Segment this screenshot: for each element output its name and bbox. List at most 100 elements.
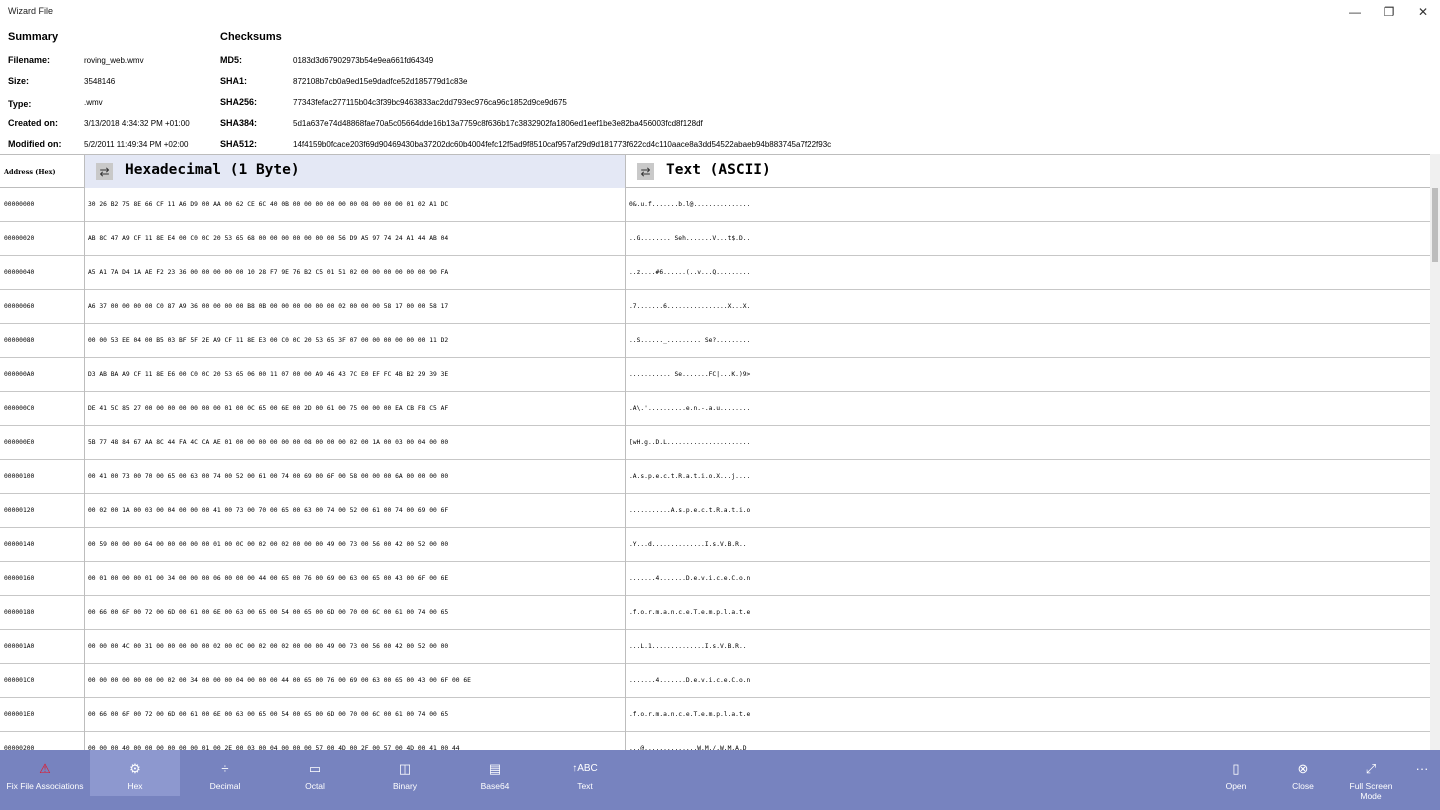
hex-column-header[interactable]: ⇄ Hexadecimal (1 Byte) (85, 155, 626, 188)
maximize-icon[interactable]: ❐ (1372, 0, 1406, 24)
hex-grid[interactable]: Address (Hex) ⇄ Hexadecimal (1 Byte) ⇄ T… (0, 154, 1430, 750)
fix-file-associations-label: Fix File Associations (6, 781, 84, 791)
row-text: .A.s.p.e.c.t.R.a.t.i.o.X...j.... (629, 473, 751, 480)
row-hex: 00 00 00 00 00 00 00 02 00 34 00 00 00 0… (85, 664, 626, 698)
text-column-header[interactable]: ⇄ Text (ASCII) (626, 155, 1430, 188)
full-screen-label: Full Screen Mode (1349, 781, 1393, 801)
hex-column-title: Hexadecimal (1 Byte) (125, 162, 300, 178)
close-button[interactable]: ⊗ Close (1270, 750, 1336, 796)
table-row[interactable]: 000000C0 DE 41 5C 85 27 00 00 00 00 00 00… (0, 392, 1430, 426)
checksums-heading: Checksums (220, 31, 282, 43)
file-info-panel: Summary Filename: roving_web.wmv Size: 3… (0, 24, 1440, 154)
row-address: 00000080 (0, 324, 85, 358)
row-text: .f.o.r.m.a.n.c.e.T.e.m.p.l.a.t.e (629, 609, 751, 616)
row-address: 00000020 (0, 222, 85, 256)
filename-label: Filename: (8, 55, 51, 65)
table-row[interactable]: 00000100 00 41 00 73 00 70 00 65 00 63 00… (0, 460, 1430, 494)
open-label: Open (1225, 781, 1247, 791)
table-row[interactable]: 000000E0 5B 77 48 84 67 AA 8C 44 FA 4C CA… (0, 426, 1430, 460)
row-hex: 00 00 00 40 00 00 00 00 00 00 01 00 2E 0… (85, 732, 626, 750)
binary-mode-label: Binary (392, 781, 418, 791)
minimize-icon[interactable]: — (1338, 0, 1372, 24)
row-address: 000001A0 (0, 630, 85, 664)
row-text: ...@..............W.M./.W.M.A.D (629, 745, 747, 750)
table-row[interactable]: 000001A0 00 00 00 4C 00 31 00 00 00 00 00… (0, 630, 1430, 664)
row-hex: AB 8C 47 A9 CF 11 8E E4 00 C0 0C 20 53 6… (85, 222, 626, 256)
row-address: 000000C0 (0, 392, 85, 426)
table-row[interactable]: 00000160 00 01 00 00 00 01 00 34 00 00 00… (0, 562, 1430, 596)
octal-mode-button[interactable]: ▭ Octal (270, 750, 360, 796)
row-text: .f.o.r.m.a.n.c.e.T.e.m.p.l.a.t.e (629, 711, 751, 718)
row-text: ........... Se.......FC|...K.)9> (629, 371, 751, 378)
warning-icon: ⚠ (39, 761, 51, 776)
row-text: .......4.......D.e.v.i.c.e.C.o.n (629, 677, 751, 684)
grid-header: Address (Hex) ⇄ Hexadecimal (1 Byte) ⇄ T… (0, 155, 1430, 188)
base64-icon: ▤ (488, 761, 502, 776)
text-abc-icon: ↑ABC (572, 763, 598, 774)
octal-icon: ▭ (308, 761, 322, 776)
row-hex: 00 00 53 EE 04 00 B5 03 BF 5F 2E A9 CF 1… (85, 324, 626, 358)
text-column-title: Text (ASCII) (666, 162, 771, 178)
row-text: ..S......_......... Se?......... (629, 337, 751, 344)
table-row[interactable]: 00000020 AB 8C 47 A9 CF 11 8E E4 00 C0 0C… (0, 222, 1430, 256)
row-hex: 00 59 00 00 00 64 00 00 00 00 00 01 00 0… (85, 528, 626, 562)
close-label: Close (1292, 781, 1314, 791)
address-column-header: Address (Hex) (0, 155, 85, 188)
close-circle-icon: ⊗ (1297, 761, 1309, 776)
row-address: 00000000 (0, 188, 85, 222)
table-row[interactable]: 00000120 00 02 00 1A 00 03 00 04 00 00 00… (0, 494, 1430, 528)
row-address: 00000200 (0, 732, 85, 750)
open-button[interactable]: ▯ Open (1203, 750, 1269, 796)
row-hex: 00 01 00 00 00 01 00 34 00 00 00 06 00 0… (85, 562, 626, 596)
sha256-value: 77343fefac277115b04c3f39bc9463833ac2dd79… (293, 98, 567, 107)
row-hex: A6 37 00 00 00 00 C0 87 A9 36 00 00 00 0… (85, 290, 626, 324)
row-text: .7.......6................X...X. (629, 303, 751, 310)
row-address: 000001C0 (0, 664, 85, 698)
row-hex: 00 41 00 73 00 70 00 65 00 63 00 74 00 5… (85, 460, 626, 494)
row-address: 00000180 (0, 596, 85, 630)
sha512-label: SHA512: (220, 139, 258, 149)
row-text: ...L.1..............I.s.V.B.R.. (629, 643, 747, 650)
row-text: ..z....#6......(..v...Q......... (629, 269, 751, 276)
table-row[interactable]: 00000060 A6 37 00 00 00 00 C0 87 A9 36 00… (0, 290, 1430, 324)
table-row[interactable]: 000001E0 00 66 00 6F 00 72 00 6D 00 61 00… (0, 698, 1430, 732)
binary-mode-button[interactable]: ◫ Binary (360, 750, 450, 796)
table-row[interactable]: 000000A0 D3 AB BA A9 CF 11 8E E6 00 C0 0C… (0, 358, 1430, 392)
decimal-mode-button[interactable]: ÷ Decimal (180, 750, 270, 796)
table-row[interactable]: 00000140 00 59 00 00 00 64 00 00 00 00 00… (0, 528, 1430, 562)
table-row[interactable]: 00000200 00 00 00 40 00 00 00 00 00 00 01… (0, 732, 1430, 750)
table-row[interactable]: 00000180 00 66 00 6F 00 72 00 6D 00 61 00… (0, 596, 1430, 630)
hex-mode-button[interactable]: ⚙ Hex (90, 750, 180, 796)
base64-mode-label: Base64 (480, 781, 510, 791)
expand-icon: ⤢ (1365, 761, 1377, 776)
binary-icon: ◫ (398, 761, 412, 776)
type-label: Type: (8, 99, 32, 109)
table-row[interactable]: 000001C0 00 00 00 00 00 00 00 02 00 34 00… (0, 664, 1430, 698)
created-value: 3/13/2018 4:34:32 PM +01:00 (84, 119, 190, 128)
table-row[interactable]: 00000080 00 00 53 EE 04 00 B5 03 BF 5F 2E… (0, 324, 1430, 358)
row-hex: 00 66 00 6F 00 72 00 6D 00 61 00 6E 00 6… (85, 596, 626, 630)
row-address: 00000060 (0, 290, 85, 324)
sha256-label: SHA256: (220, 97, 258, 107)
row-text: ...........A.s.p.e.c.t.R.a.t.i.o (629, 507, 751, 514)
more-button[interactable]: ··· (1408, 750, 1436, 796)
sha1-label: SHA1: (220, 76, 248, 86)
text-mode-label: Text (577, 781, 593, 791)
title-bar: Wizard File — ❐ ✕ (0, 0, 1440, 24)
vertical-scrollbar[interactable] (1430, 154, 1440, 750)
table-row[interactable]: 00000000 30 26 B2 75 8E 66 CF 11 A6 D9 00… (0, 188, 1430, 222)
close-window-icon[interactable]: ✕ (1406, 0, 1440, 24)
command-bar: ⚠ Fix File Associations ⚙ Hex ÷ Decimal … (0, 750, 1440, 810)
row-hex: 30 26 B2 75 8E 66 CF 11 A6 D9 00 AA 00 6… (85, 188, 626, 222)
swap-hex-mode-icon[interactable]: ⇄ (96, 163, 113, 180)
swap-text-mode-icon[interactable]: ⇄ (637, 163, 654, 180)
scrollbar-thumb[interactable] (1432, 188, 1438, 262)
text-mode-button[interactable]: ↑ABC Text (540, 750, 630, 796)
row-hex: A5 A1 7A D4 1A AE F2 23 36 00 00 00 00 0… (85, 256, 626, 290)
fix-file-associations-button[interactable]: ⚠ Fix File Associations (0, 750, 90, 796)
full-screen-button[interactable]: ⤢ Full Screen Mode (1337, 750, 1405, 801)
base64-mode-button[interactable]: ▤ Base64 (450, 750, 540, 796)
summary-heading: Summary (8, 31, 59, 43)
table-row[interactable]: 00000040 A5 A1 7A D4 1A AE F2 23 36 00 00… (0, 256, 1430, 290)
filename-value: roving_web.wmv (84, 56, 144, 65)
